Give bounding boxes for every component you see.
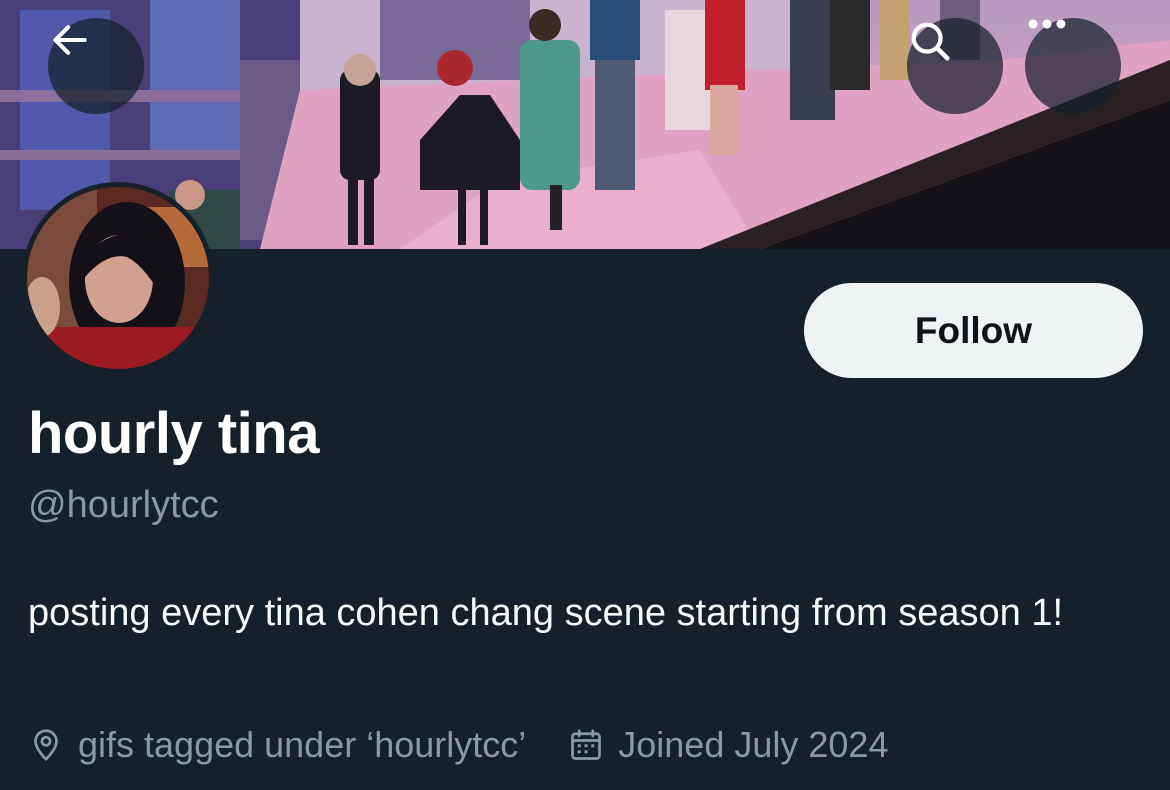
- location-text: gifs tagged under ‘hourlytcc’: [78, 724, 527, 765]
- more-button[interactable]: [1025, 18, 1121, 114]
- profile-meta: gifs tagged under ‘hourlytcc’ Joined Jul…: [28, 720, 888, 770]
- back-button[interactable]: [48, 18, 144, 114]
- search-icon: [911, 22, 950, 61]
- more-horizontal-icon: [1028, 19, 1066, 29]
- joined-text: Joined July 2024: [618, 724, 889, 765]
- search-button[interactable]: [907, 18, 1003, 114]
- calendar-icon: [571, 729, 602, 760]
- arrow-left-icon: [53, 25, 87, 55]
- display-name: hourly tina: [28, 401, 319, 466]
- bio: posting every tina cohen chang scene sta…: [28, 592, 1064, 634]
- handle: @hourlytcc: [28, 484, 219, 526]
- avatar[interactable]: [22, 182, 214, 374]
- profile-page: Follow hourly tina @hourlytcc posting ev…: [0, 0, 1170, 790]
- follow-button[interactable]: Follow: [804, 283, 1143, 378]
- avatar-image: [27, 187, 209, 369]
- location-item: gifs tagged under ‘hourlytcc’: [28, 724, 526, 766]
- location-pin-icon: [34, 729, 58, 761]
- joined-item: Joined July 2024: [568, 724, 888, 766]
